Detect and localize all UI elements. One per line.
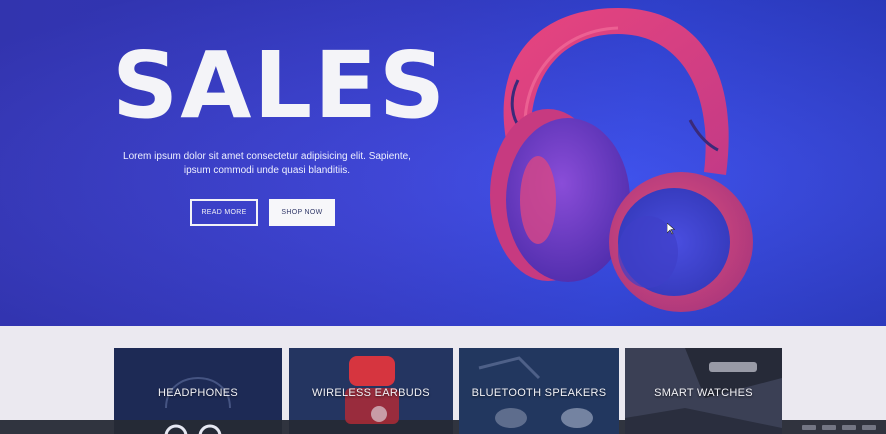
category-card-bluetooth-speakers[interactable]: BLUETOOTH SPEAKERS (459, 348, 619, 434)
hero-banner: SALES Lorem ipsum dolor sit amet consect… (0, 0, 886, 326)
hero-description: Lorem ipsum dolor sit amet consectetur a… (123, 151, 411, 176)
tray-icon[interactable] (842, 424, 856, 430)
category-label: BLUETOOTH SPEAKERS (471, 387, 607, 399)
category-section: HEADPHONES WIRELESS EARBUDS BLUETOOTH SP… (0, 326, 886, 434)
category-label: SMART WATCHES (654, 387, 753, 399)
category-label: WIRELESS EARBUDS (312, 387, 430, 399)
hero-title: SALES (112, 32, 448, 139)
category-label: HEADPHONES (157, 387, 239, 399)
mouse-cursor-icon (667, 223, 675, 235)
read-more-button[interactable]: READ MORE (190, 199, 258, 226)
category-card-wireless-earbuds[interactable]: WIRELESS EARBUDS (289, 348, 453, 434)
tray-icon[interactable] (822, 424, 836, 430)
headphones-image (490, 8, 753, 312)
system-tray (802, 420, 876, 434)
shop-now-button[interactable]: SHOP NOW (269, 199, 335, 226)
tray-icon[interactable] (802, 424, 816, 430)
tray-clock[interactable] (862, 424, 876, 430)
category-card-smart-watches[interactable]: SMART WATCHES (625, 348, 782, 434)
category-card-headphones[interactable]: HEADPHONES (114, 348, 282, 434)
